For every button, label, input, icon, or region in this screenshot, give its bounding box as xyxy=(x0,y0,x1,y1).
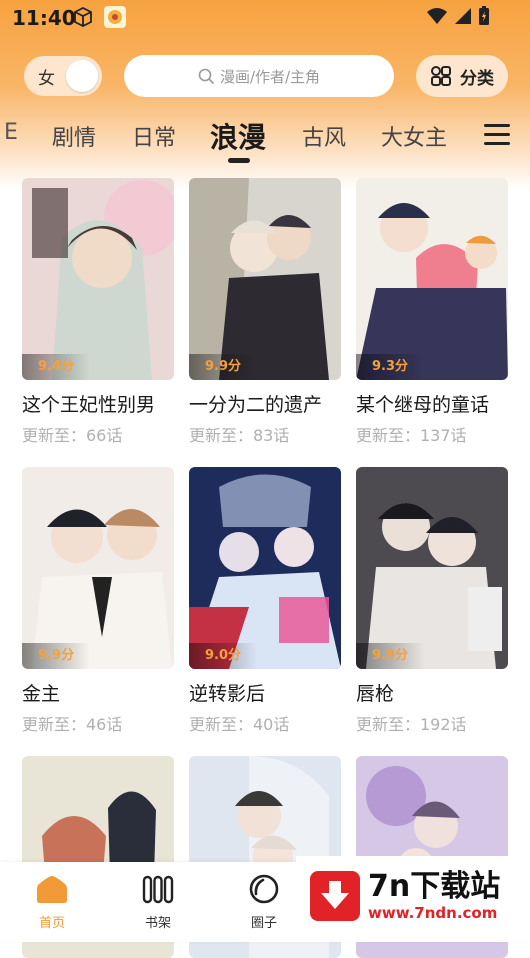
gender-label: 女 xyxy=(38,69,55,89)
comic-title[interactable]: 某个继母的童话 xyxy=(356,390,489,417)
comic-update: 更新至：66话 xyxy=(22,426,123,445)
nav-circle-label: 圈子 xyxy=(250,916,277,931)
comic-update: 更新至：40话 xyxy=(189,715,290,734)
site-watermark: 7n下载站 www.7ndn.com xyxy=(296,856,530,936)
tab-ancient[interactable]: 古风 xyxy=(302,120,346,152)
status-time: 11:40 xyxy=(12,6,76,30)
comic-title[interactable]: 这个王妃性别男 xyxy=(22,390,155,417)
cover-image xyxy=(189,467,341,669)
gender-toggle[interactable]: 女 xyxy=(24,56,102,96)
comic-title[interactable]: 一分为二的遗产 xyxy=(189,390,322,417)
score-badge: 9.4分 xyxy=(22,354,91,380)
search-placeholder: 漫画/作者/主角 xyxy=(219,67,321,86)
comic-title[interactable]: 逆转影后 xyxy=(189,679,265,706)
home-icon xyxy=(37,876,67,903)
score-badge: 9.9分 xyxy=(22,643,91,669)
nav-home[interactable]: 首页 xyxy=(12,874,92,931)
circle-icon xyxy=(249,874,279,904)
tab-partial[interactable]: E xyxy=(4,120,18,145)
cover-image xyxy=(189,178,341,380)
grid-icon xyxy=(431,66,451,86)
battery-icon xyxy=(479,6,489,25)
nav-home-label: 首页 xyxy=(38,916,65,931)
tab-drama[interactable]: 剧情 xyxy=(52,120,96,152)
search-input[interactable]: 漫画/作者/主角 xyxy=(124,55,394,97)
nav-circle[interactable]: 圈子 xyxy=(224,874,304,931)
wifi-icon xyxy=(427,8,447,24)
comic-cover[interactable]: 9.9分 xyxy=(189,178,341,380)
menu-icon[interactable] xyxy=(484,124,510,146)
comic-title[interactable]: 金主 xyxy=(22,679,60,706)
watermark-title: 7n下载站 xyxy=(368,869,501,904)
score-badge: 9.0分 xyxy=(189,643,258,669)
comic-update: 更新至：137话 xyxy=(356,426,467,445)
comic-cover[interactable]: 9.0分 xyxy=(189,467,341,669)
watermark-url: www.7ndn.com xyxy=(368,904,498,922)
tab-romance[interactable]: 浪漫 xyxy=(210,116,266,156)
cube-icon xyxy=(74,6,92,28)
app-notification-icon xyxy=(104,6,126,28)
nav-bookshelf-label: 书架 xyxy=(144,916,171,931)
cover-image xyxy=(22,178,174,380)
score-badge: 9.3分 xyxy=(356,354,425,380)
bookshelf-icon xyxy=(142,875,174,904)
score-badge: 9.9分 xyxy=(189,354,258,380)
genre-tabs: E 剧情 日常 浪漫 古风 大女主 xyxy=(0,110,530,160)
comic-cover[interactable]: 9.9分 xyxy=(22,467,174,669)
comic-cover[interactable]: 9.3分 xyxy=(356,178,508,380)
comic-cover[interactable]: 9.4分 xyxy=(22,178,174,380)
category-button[interactable]: 分类 xyxy=(416,55,508,97)
comic-title[interactable]: 唇枪 xyxy=(356,679,394,706)
score-badge: 9.9分 xyxy=(356,643,425,669)
cover-image xyxy=(356,467,508,669)
nav-bookshelf[interactable]: 书架 xyxy=(118,874,198,931)
tab-heroine[interactable]: 大女主 xyxy=(381,120,447,152)
cover-image xyxy=(356,178,508,380)
tab-daily[interactable]: 日常 xyxy=(132,120,176,152)
comic-cover[interactable]: 9.9分 xyxy=(356,467,508,669)
toggle-knob xyxy=(66,60,98,92)
search-icon xyxy=(198,68,214,84)
signal-icon xyxy=(455,8,471,24)
category-label: 分类 xyxy=(460,68,494,89)
tab-indicator xyxy=(228,158,250,163)
download-arrow-icon xyxy=(310,871,360,921)
comic-update: 更新至：83话 xyxy=(189,426,290,445)
cover-image xyxy=(22,467,174,669)
status-bar: 11:40 xyxy=(0,0,530,36)
comic-update: 更新至：46话 xyxy=(22,715,123,734)
comic-update: 更新至：192话 xyxy=(356,715,467,734)
